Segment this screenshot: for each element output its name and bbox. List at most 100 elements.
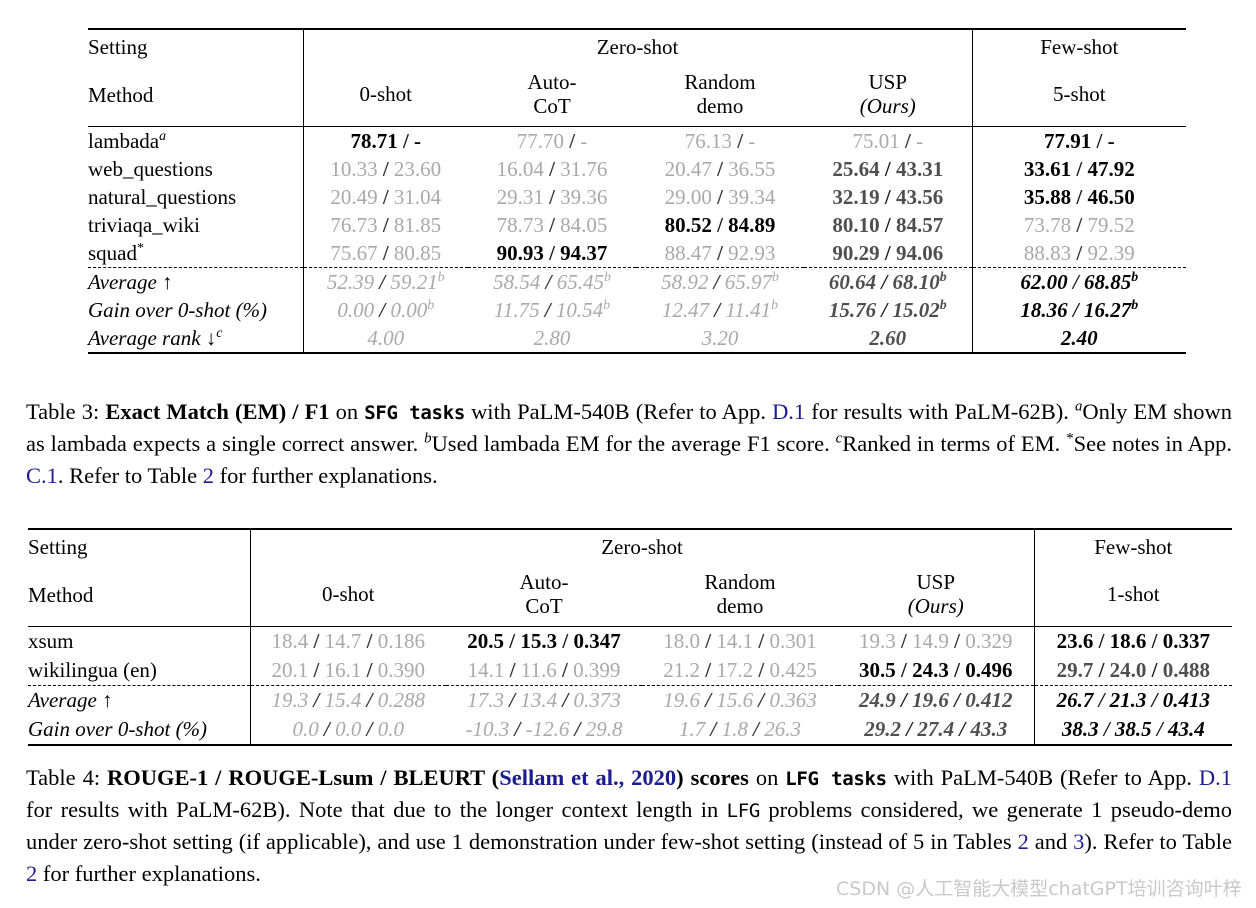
t4-cell: 38.3 / 38.5 / 43.4	[1033, 715, 1233, 746]
t3-setting-label: Setting	[88, 28, 303, 64]
t4-cell: 0.0 / 0.0 / 0.0	[249, 715, 446, 746]
table-row: web_questions 10.33 / 23.60 16.04 / 31.7…	[88, 155, 1187, 183]
table-row: triviaqa_wiki 76.73 / 81.85 78.73 / 84.0…	[88, 211, 1187, 239]
t4-cell: 1.7 / 1.8 / 26.3	[642, 715, 838, 746]
t4-col-autocot: Auto- CoT	[519, 570, 569, 618]
t4-group-few-shot: Few-shot	[1033, 528, 1233, 564]
link-table-2[interactable]: 2	[203, 463, 214, 488]
t3-cell: 29.00 / 39.34	[664, 184, 776, 209]
link-app-c1[interactable]: C.1	[26, 463, 58, 488]
t3-cell: 75.67 / 80.85	[302, 239, 468, 268]
t3-cell: 88.83 / 92.39	[971, 239, 1187, 268]
t3-cell: 35.88 / 46.50	[971, 183, 1187, 211]
t4-row-label-xsum: xsum	[28, 626, 250, 656]
t4-col-randomdemo: Random demo	[704, 570, 776, 618]
t3-cell: 76.73 / 81.85	[302, 211, 468, 239]
t4-row-label-wikilingua: wikilingua (en)	[28, 658, 157, 682]
t4-cell: 14.1 / 11.6 / 0.399	[467, 658, 621, 682]
t3-cell: 18.36 / 16.27b	[971, 296, 1187, 324]
t3-cell: 90.93 / 94.37	[496, 240, 608, 265]
t4-cell: 23.6 / 18.6 / 0.337	[1033, 626, 1233, 656]
t3-cell: 80.52 / 84.89	[664, 212, 776, 237]
t4-cell: 19.3 / 14.9 / 0.329	[838, 626, 1035, 656]
t3-row-label-average: Average ↑	[88, 267, 303, 296]
link-app-d1[interactable]: D.1	[1199, 765, 1232, 790]
t3-col-5shot: 5-shot	[971, 64, 1187, 127]
link-table-2b[interactable]: 2	[26, 861, 37, 886]
t3-cell: 58.54 / 65.45b	[468, 267, 636, 296]
t4-cell: 29.7 / 24.0 / 0.488	[1033, 656, 1233, 686]
t3-cell: 78.73 / 84.05	[496, 212, 608, 237]
t3-cell: 32.19 / 43.56	[832, 184, 944, 209]
csdn-watermark: CSDN @人工智能大模型chatGPT培训咨询叶梓	[836, 878, 1242, 900]
link-table-2[interactable]: 2	[1018, 829, 1029, 854]
table-4-container: Setting Zero-shot Few-shot Method 0-shot…	[28, 528, 1233, 746]
table-row: wikilingua (en) 20.1 / 16.1 / 0.390 14.1…	[28, 656, 1233, 686]
t3-cell: 60.64 / 68.10b	[804, 267, 973, 296]
t3-cell: 78.71 / -	[302, 126, 468, 155]
t3-cell: 2.60	[804, 324, 973, 354]
t3-cell: 90.29 / 94.06	[832, 240, 944, 265]
t3-row-label-lambada: lambadaa	[88, 126, 303, 155]
t3-group-zero-shot: Zero-shot	[302, 28, 973, 64]
t3-cell: 80.10 / 84.57	[832, 212, 944, 237]
t4-group-zero-shot: Zero-shot	[249, 528, 1035, 564]
t4-col-1shot: 1-shot	[1033, 564, 1233, 627]
t4-cell: 30.5 / 24.3 / 0.496	[859, 658, 1013, 682]
table-row: lambadaa 78.71 / - 77.70 / - 76.13 / - 7…	[88, 126, 1187, 155]
table-row: squad* 75.67 / 80.85 90.93 / 94.37 88.47…	[88, 239, 1187, 268]
table-summary-row: Gain over 0-shot (%) 0.00 / 0.00b 11.75 …	[88, 296, 1187, 324]
t3-cell: 29.31 / 39.36	[496, 184, 608, 209]
t3-cell: 16.04 / 31.76	[496, 156, 608, 181]
t3-row-label-squad: squad*	[88, 240, 144, 265]
t4-col-0shot: 0-shot	[249, 564, 446, 627]
t3-cell: 77.70 / -	[468, 126, 636, 155]
table-4-header-groups: Setting Zero-shot Few-shot	[28, 528, 1233, 564]
t4-cell: 20.5 / 15.3 / 0.347	[446, 626, 642, 656]
t3-cell: 15.76 / 15.02b	[828, 297, 947, 322]
t4-cell: 17.3 / 13.4 / 0.373	[446, 685, 642, 715]
link-app-d1[interactable]: D.1	[772, 399, 805, 424]
t3-cell: 25.64 / 43.31	[832, 156, 944, 181]
t3-row-label-web-questions: web_questions	[88, 156, 213, 181]
t3-row-label-gain: Gain over 0-shot (%)	[88, 297, 268, 322]
paper-page: Setting Zero-shot Few-shot Method 0-shot…	[0, 0, 1256, 908]
link-table-3[interactable]: 3	[1073, 829, 1084, 854]
t3-col-randomdemo: Random demo	[684, 70, 756, 118]
table-summary-row: Average ↑ 19.3 / 15.4 / 0.288 17.3 / 13.…	[28, 685, 1233, 715]
table-3-header-columns: Method 0-shot Auto- CoT Random demo USP	[88, 64, 1187, 127]
table-3-caption: Table 3: Exact Match (EM) / F1 on SFG ta…	[26, 398, 1233, 488]
t3-cell: 12.47 / 11.41b	[661, 297, 779, 322]
table-summary-row: Average ↑ 52.39 / 59.21b 58.54 / 65.45b …	[88, 267, 1187, 296]
t3-cell: 52.39 / 59.21b	[302, 267, 468, 296]
table-3-container: Setting Zero-shot Few-shot Method 0-shot…	[88, 28, 1187, 354]
t3-group-few-shot: Few-shot	[971, 28, 1187, 64]
t4-row-label-average: Average ↑	[28, 685, 250, 715]
t3-cell: 75.01 / -	[804, 126, 973, 155]
t4-cell: -10.3 / -12.6 / 29.8	[446, 715, 642, 746]
t4-cell: 19.3 / 15.4 / 0.288	[249, 685, 446, 715]
link-citation-sellam[interactable]: Sellam et al., 2020	[499, 765, 676, 790]
table-3-header-groups: Setting Zero-shot Few-shot	[88, 28, 1187, 64]
table-4-header-columns: Method 0-shot Auto- CoT Random demo USP	[28, 564, 1233, 627]
t3-cell: 77.91 / -	[971, 126, 1187, 155]
t4-cell: 18.0 / 14.1 / 0.301	[642, 626, 838, 656]
t4-cell: 19.6 / 15.6 / 0.363	[642, 685, 838, 715]
t3-cell: 11.75 / 10.54b	[493, 297, 611, 322]
t3-row-label-triviaqa-wiki: triviaqa_wiki	[88, 212, 200, 237]
table-3: Setting Zero-shot Few-shot Method 0-shot…	[88, 28, 1187, 354]
t3-row-label-average-rank: Average rank ↓c	[88, 324, 303, 354]
t3-cell: 88.47 / 92.93	[664, 240, 776, 265]
t4-method-label: Method	[28, 582, 94, 607]
t3-cell: 76.13 / -	[636, 126, 804, 155]
t4-cell: 26.7 / 21.3 / 0.413	[1033, 685, 1233, 715]
t4-cell: 21.2 / 17.2 / 0.425	[663, 658, 817, 682]
t3-cell: 2.80	[468, 324, 636, 354]
t4-col-usp: USP (Ours)	[907, 570, 964, 618]
t3-cell: 4.00	[302, 324, 468, 354]
table-row: xsum 18.4 / 14.7 / 0.186 20.5 / 15.3 / 0…	[28, 626, 1233, 656]
table-4: Setting Zero-shot Few-shot Method 0-shot…	[28, 528, 1233, 746]
t3-cell: 2.40	[971, 324, 1187, 354]
t3-col-0shot: 0-shot	[302, 64, 468, 127]
t3-cell: 20.47 / 36.55	[664, 156, 776, 181]
